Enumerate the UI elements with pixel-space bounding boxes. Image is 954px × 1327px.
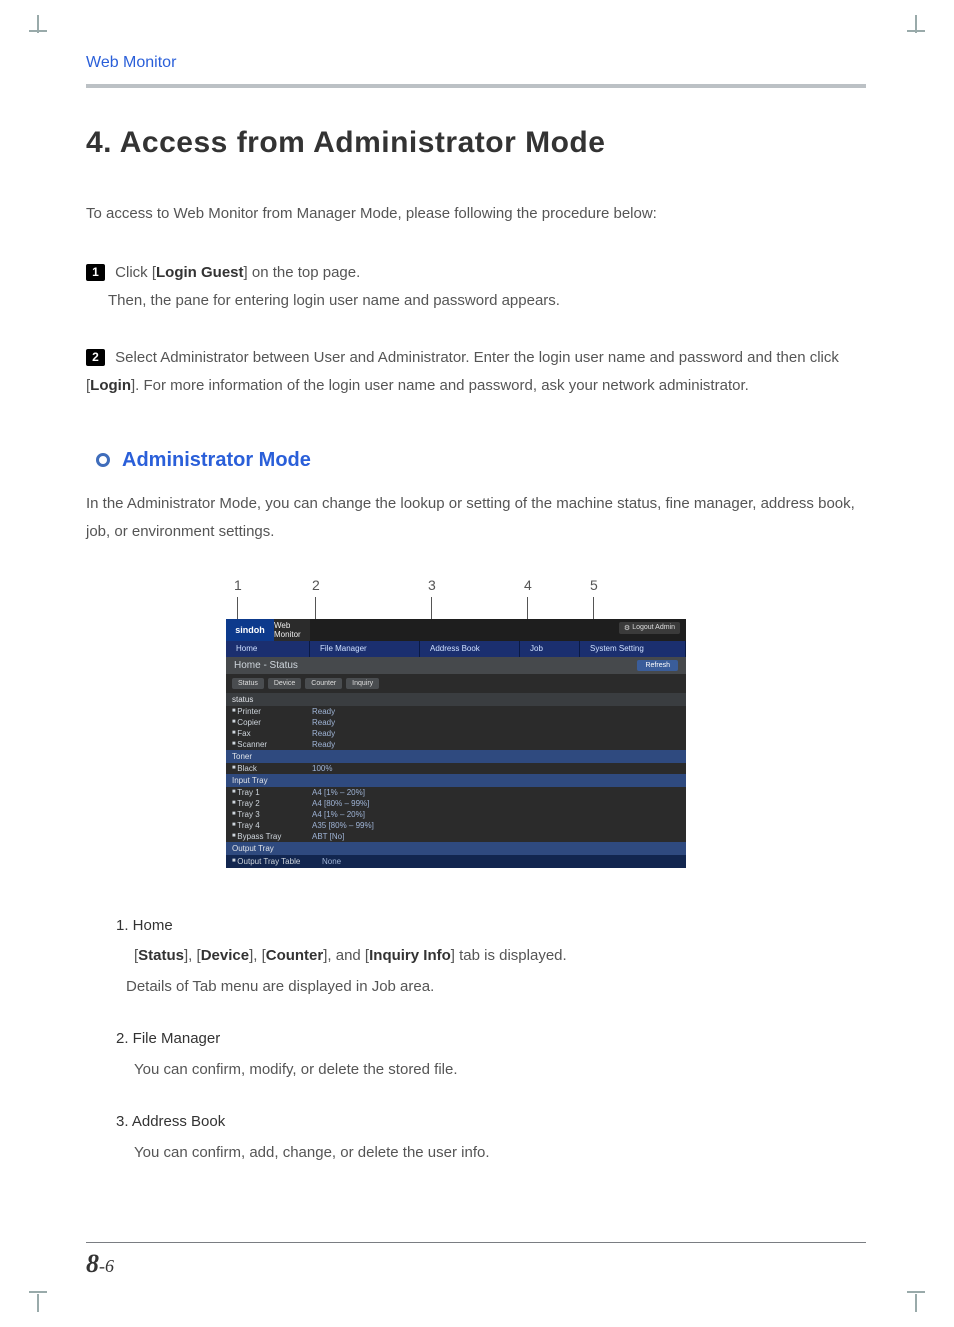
step-1: 1 Click [Login Guest] on the top page. T… — [86, 259, 866, 316]
nav-job[interactable]: Job — [520, 641, 580, 657]
table-row: Black100% — [226, 763, 686, 774]
crop-mark — [26, 12, 36, 30]
table-row: FaxReady — [226, 728, 686, 739]
login-label: Login — [90, 377, 131, 394]
intro-paragraph: To access to Web Monitor from Manager Mo… — [86, 200, 866, 229]
subtab-inquiry[interactable]: Inquiry — [346, 678, 379, 689]
step-2: 2 Select Administrator between User and … — [86, 344, 866, 401]
table-row: Tray 4A35 [80% – 99%] — [226, 820, 686, 831]
table-row: Bypass TrayABT [No] — [226, 831, 686, 842]
page-header: Web Monitor — [86, 54, 866, 72]
bullet-icon — [96, 453, 110, 467]
nav-file-manager[interactable]: File Manager — [310, 641, 420, 657]
login-guest-label: Login Guest — [156, 264, 244, 281]
section-toner: Toner — [226, 750, 686, 763]
table-row: CopierReady — [226, 717, 686, 728]
list-item-address-book: 3. Address Book You can confirm, add, ch… — [116, 1108, 866, 1167]
list-body: You can confirm, add, change, or delete … — [134, 1139, 866, 1168]
list-title: 2. File Manager — [116, 1025, 866, 1054]
subtab-status[interactable]: Status — [232, 678, 264, 689]
nav-home[interactable]: Home — [226, 641, 310, 657]
logout-button[interactable]: ⚙ Logout Admin — [619, 622, 680, 634]
heading-text: Access from Administrator Mode — [120, 126, 606, 159]
status-label: Status — [138, 947, 184, 964]
sub-paragraph: In the Administrator Mode, you can chang… — [86, 490, 866, 547]
step-1-text-pre: Click [ — [115, 264, 156, 281]
screenshot-figure: 1 2 3 4 5 sindoh Web Monitor ⚙ Logout Ad… — [226, 577, 706, 868]
list-body: You can confirm, modify, or delete the s… — [134, 1056, 866, 1085]
web-monitor-screenshot: sindoh Web Monitor ⚙ Logout Admin Home F… — [226, 619, 686, 868]
section-status: status — [226, 693, 686, 706]
callout-5: 5 — [590, 577, 598, 593]
step-1-text-post: ] on the top page. — [244, 264, 361, 281]
list-title: 3. Address Book — [116, 1108, 866, 1137]
table-row: Tray 2A4 [80% – 99%] — [226, 798, 686, 809]
logo: sindoh — [226, 619, 274, 641]
table-row: ScannerReady — [226, 739, 686, 750]
inquiry-info-label: Inquiry Info — [369, 947, 451, 964]
gear-icon: ⚙ — [624, 624, 630, 632]
callout-1: 1 — [234, 577, 242, 593]
step-1-line2: Then, the pane for entering login user n… — [108, 287, 866, 316]
footer-rule — [86, 1242, 866, 1243]
crop-mark — [918, 12, 928, 30]
main-heading: 4. Access from Administrator Mode — [86, 126, 866, 160]
table-row: Output Tray TableNone — [226, 855, 686, 868]
crop-mark — [26, 1297, 36, 1315]
subtab-device[interactable]: Device — [268, 678, 301, 689]
table-row: PrinterReady — [226, 706, 686, 717]
crop-mark — [918, 1297, 928, 1315]
breadcrumb: Home - Status — [234, 660, 298, 671]
list-title: 1. Home — [116, 912, 866, 941]
callout-3: 3 — [428, 577, 436, 593]
refresh-button[interactable]: Refresh — [637, 660, 678, 671]
header-rule — [86, 84, 866, 88]
brand-label: Web Monitor — [274, 619, 310, 641]
counter-label: Counter — [266, 947, 324, 964]
section-input-tray: Input Tray — [226, 774, 686, 787]
nav-system-setting[interactable]: System Setting — [580, 641, 686, 657]
subheading: Administrator Mode — [122, 449, 311, 472]
step-marker-icon: 1 — [86, 264, 105, 281]
list-item-file-manager: 2. File Manager You can confirm, modify,… — [116, 1025, 866, 1084]
logout-label: Logout Admin — [632, 624, 675, 631]
table-row: Tray 3A4 [1% – 20%] — [226, 809, 686, 820]
page-number: 8-6 — [86, 1249, 114, 1279]
subtab-counter[interactable]: Counter — [305, 678, 342, 689]
device-label: Device — [201, 947, 249, 964]
callout-2: 2 — [312, 577, 320, 593]
step-2-text-post: ]. For more information of the login use… — [131, 377, 749, 394]
section-output-tray: Output Tray — [226, 842, 686, 855]
callout-4: 4 — [524, 577, 532, 593]
step-marker-icon: 2 — [86, 349, 105, 366]
list-item-home: 1. Home [Status], [Device], [Counter], a… — [116, 912, 866, 1002]
list-body2: Details of Tab menu are displayed in Job… — [126, 973, 866, 1002]
nav-address-book[interactable]: Address Book — [420, 641, 520, 657]
table-row: Tray 1A4 [1% – 20%] — [226, 787, 686, 798]
heading-number: 4. — [86, 126, 112, 159]
